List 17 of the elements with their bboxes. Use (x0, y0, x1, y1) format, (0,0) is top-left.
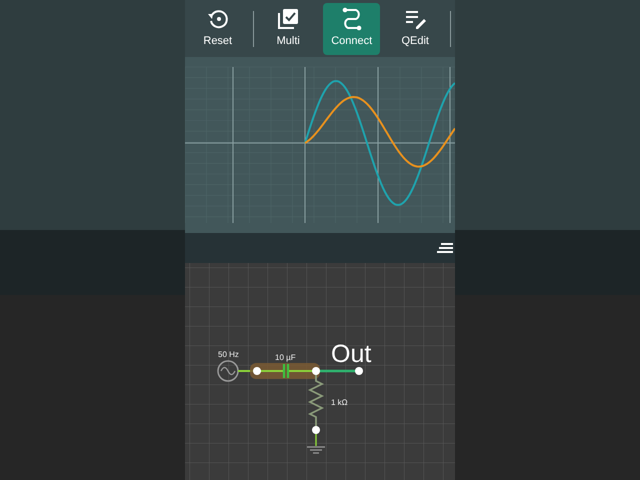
tool-button[interactable]: QEdit (386, 2, 444, 54)
stacked-check-icon (276, 6, 300, 30)
resistance-label: 1 kΩ (331, 398, 348, 407)
output-label: Out (331, 340, 372, 368)
ground-icon (306, 446, 326, 454)
connector-icon (340, 6, 364, 30)
node[interactable] (355, 367, 363, 375)
menu-icon[interactable] (437, 242, 453, 254)
frequency-label: 50 Hz (218, 350, 239, 359)
node[interactable] (312, 426, 320, 434)
ac-source-icon[interactable] (217, 360, 239, 382)
node[interactable] (312, 367, 320, 375)
tool-button[interactable]: Connect (322, 2, 380, 54)
tool-button[interactable]: Multi (259, 2, 317, 54)
node[interactable] (253, 367, 261, 375)
tool-button[interactable]: Reset (189, 2, 246, 54)
capacitance-label: 10 µF (275, 353, 296, 362)
